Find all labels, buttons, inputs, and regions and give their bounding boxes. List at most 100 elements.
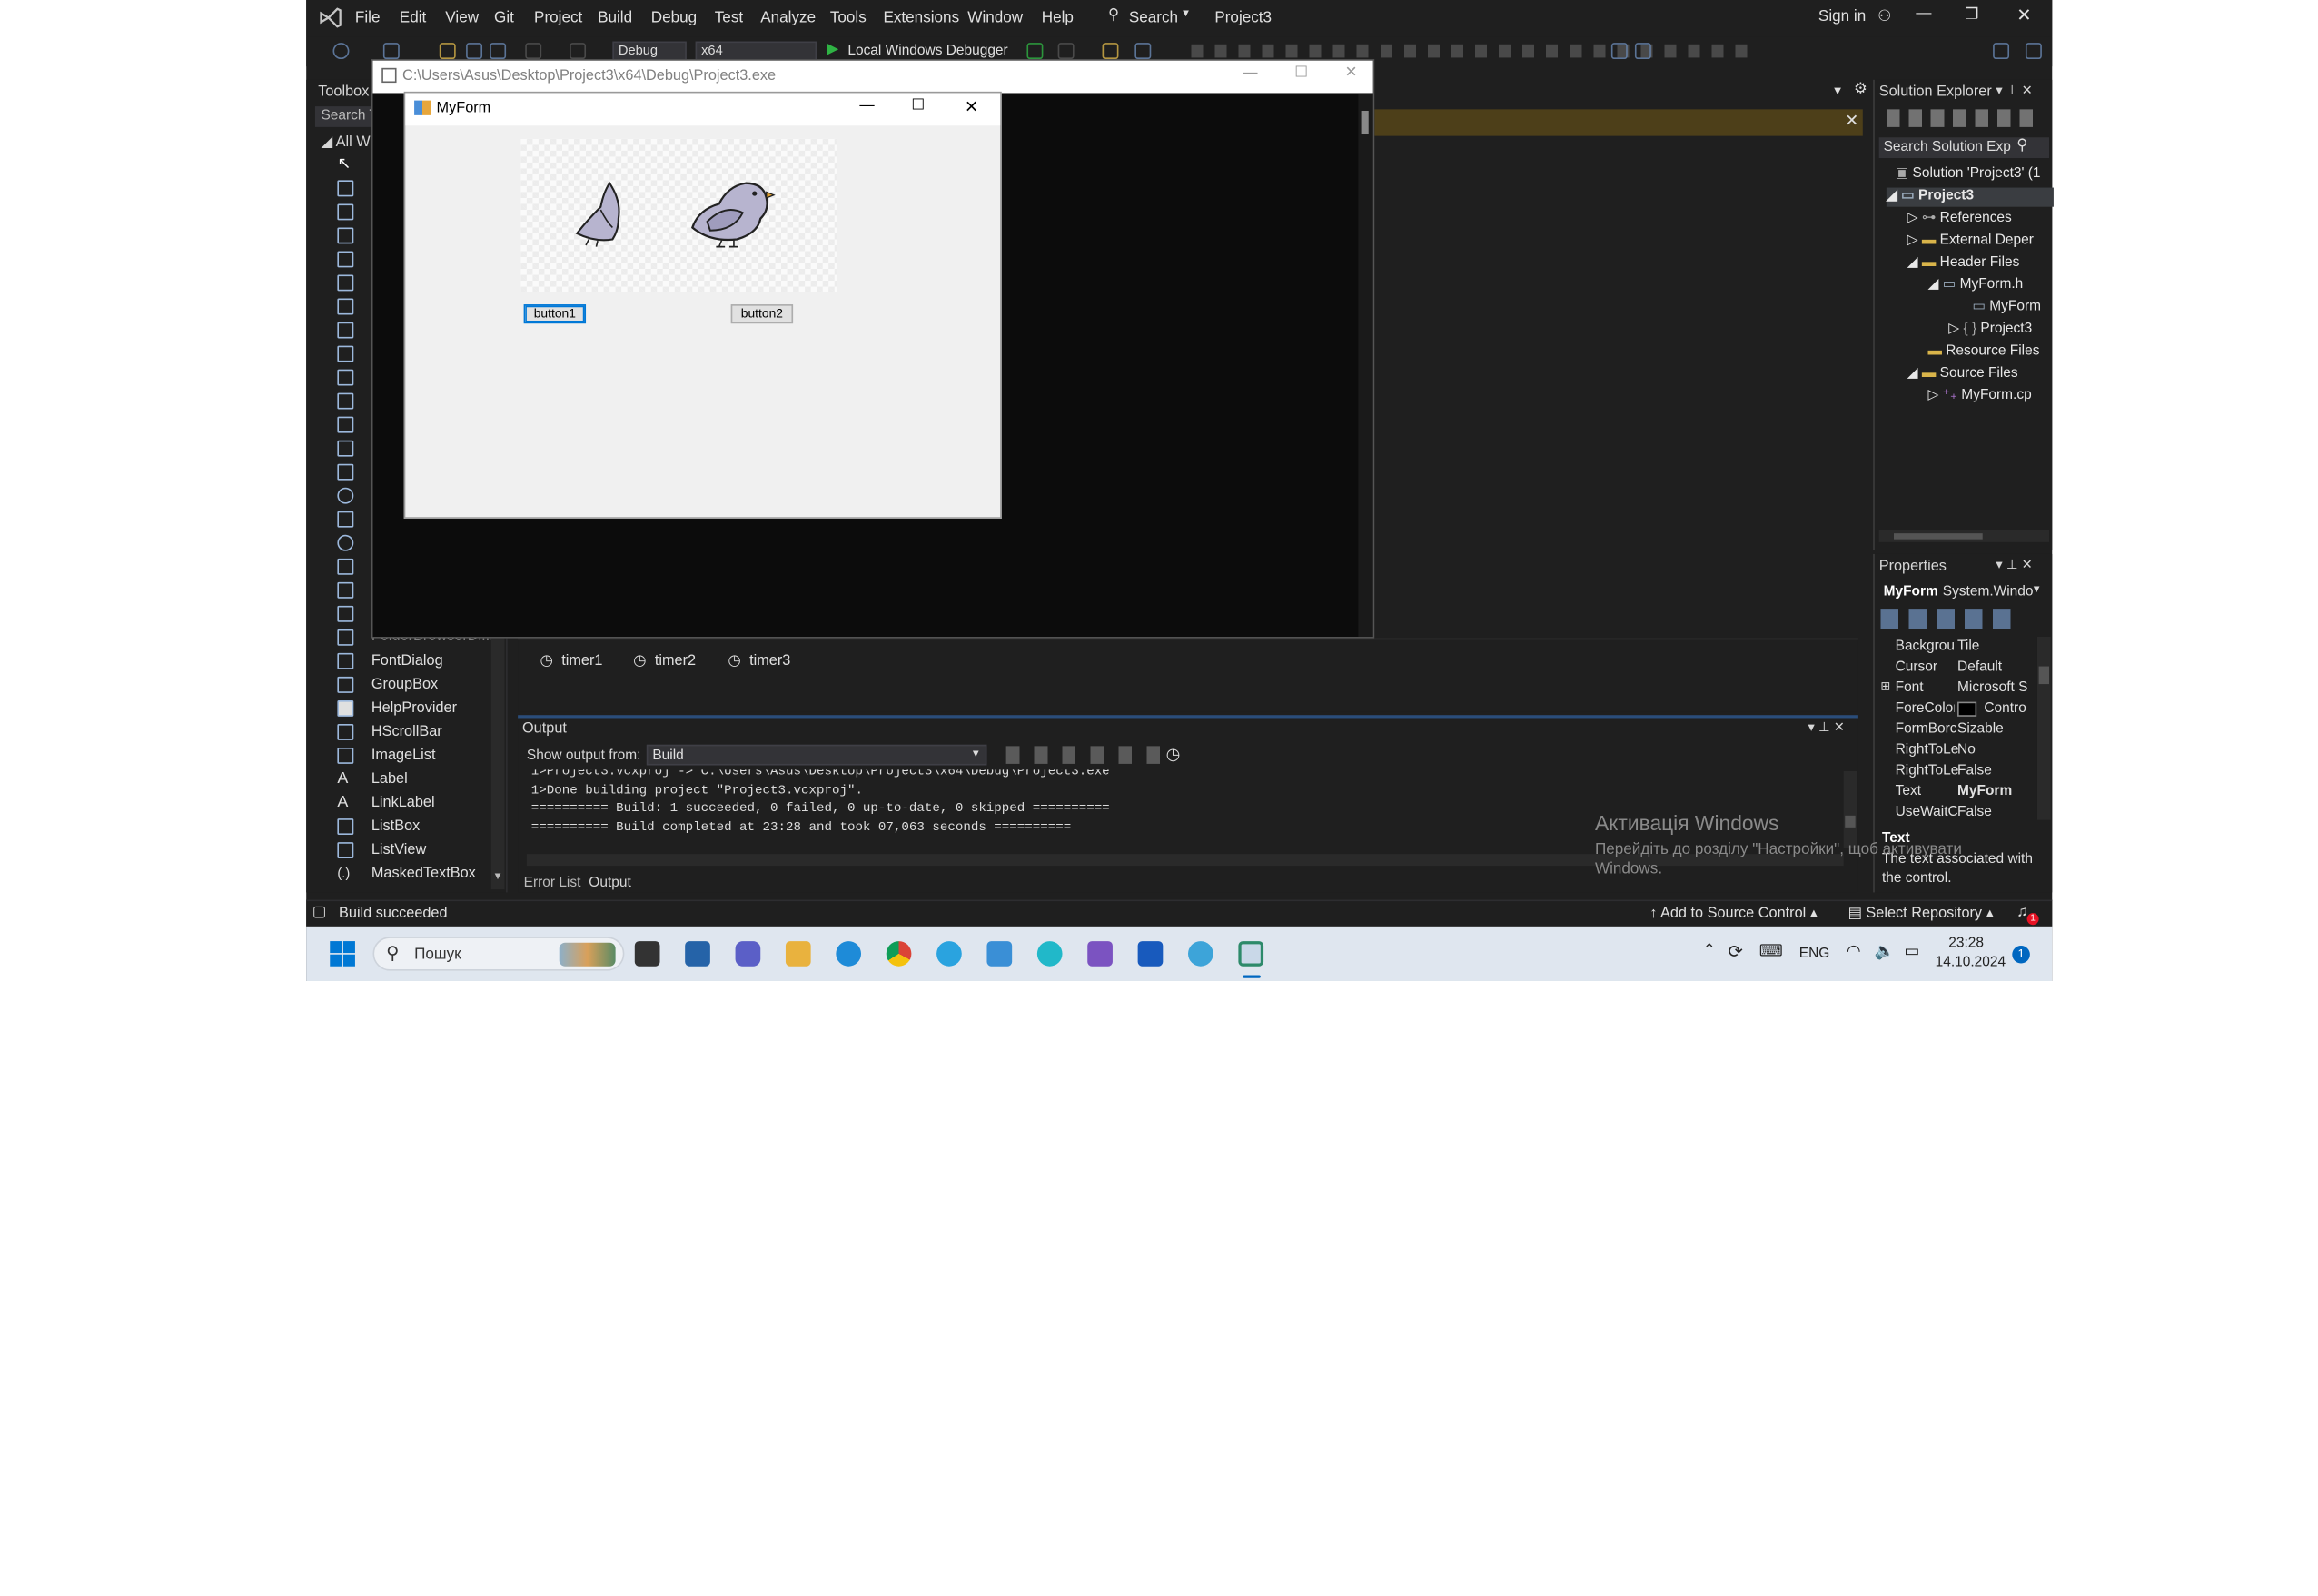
timer-component[interactable]: ◷ timer3 bbox=[728, 653, 790, 669]
list-box-icon[interactable] bbox=[337, 818, 354, 835]
property-name[interactable]: FormBorc bbox=[1896, 721, 1957, 738]
tree-node-resource-files[interactable]: ▬ Resource Files bbox=[1927, 342, 2039, 359]
battery-icon[interactable]: ▭ bbox=[1904, 941, 1919, 961]
timer-component[interactable]: ◷ timer2 bbox=[633, 653, 696, 669]
list-view-icon[interactable] bbox=[337, 842, 354, 858]
minimize-icon[interactable]: — bbox=[1243, 65, 1257, 82]
label-icon[interactable]: A bbox=[337, 770, 353, 788]
maximize-icon[interactable]: ☐ bbox=[911, 97, 925, 114]
property-name[interactable]: Backgrou bbox=[1896, 639, 1955, 655]
toolbox-tool-icon[interactable] bbox=[337, 298, 354, 315]
hot-reload-icon[interactable] bbox=[1057, 43, 1075, 60]
toolbox-tool-icon[interactable] bbox=[337, 345, 354, 362]
select-repository-button[interactable]: ▤ Select Repository ▴ bbox=[1847, 906, 1993, 922]
menu-test[interactable]: Test bbox=[715, 9, 743, 27]
menu-project[interactable]: Project bbox=[534, 9, 582, 27]
menu-file[interactable]: File bbox=[355, 9, 381, 27]
save-icon[interactable] bbox=[466, 43, 483, 60]
property-name[interactable]: Text bbox=[1896, 783, 1921, 799]
toolbox-item-maskedtextbox[interactable]: MaskedTextBox bbox=[371, 866, 476, 882]
tree-node-solution[interactable]: ▣ Solution 'Project3' (1 bbox=[1896, 165, 2041, 182]
timer-component[interactable]: ◷ timer1 bbox=[540, 653, 603, 669]
solution-explorer-toolbar[interactable] bbox=[1886, 109, 2042, 127]
tree-node-references[interactable]: ▷ ⊶ References bbox=[1907, 210, 2012, 226]
menu-analyze[interactable]: Analyze bbox=[760, 9, 816, 27]
toolbox-item-listview[interactable]: ListView bbox=[371, 842, 426, 858]
visual-studio-taskbar-icon[interactable] bbox=[1087, 941, 1113, 967]
toolbox-tool-icon[interactable] bbox=[337, 534, 354, 551]
property-name[interactable]: ForeColor bbox=[1896, 700, 1955, 717]
toolbox-tool-icon[interactable] bbox=[337, 251, 354, 268]
designer-dropdown-icon[interactable]: ▼ bbox=[1832, 84, 1844, 98]
toolbox-tool-icon[interactable] bbox=[337, 440, 354, 457]
expand-icon[interactable]: ⊞ bbox=[1880, 679, 1890, 693]
minimize-icon[interactable]: — bbox=[1916, 5, 1931, 23]
close-icon[interactable]: ✕ bbox=[1345, 65, 1358, 82]
start-without-debugging-icon[interactable] bbox=[1026, 43, 1044, 60]
open-icon[interactable] bbox=[439, 43, 456, 60]
format-icon[interactable] bbox=[1610, 43, 1628, 60]
menu-extensions[interactable]: Extensions bbox=[883, 9, 959, 27]
solution-hscrollbar[interactable] bbox=[1878, 530, 2050, 542]
toolbox-tool-icon[interactable] bbox=[337, 392, 354, 410]
tray-sync-icon[interactable]: ⟳ bbox=[1729, 941, 1743, 962]
solution-explorer-controls[interactable]: ▾ ⊥ ✕ bbox=[1996, 83, 2033, 99]
property-name[interactable]: Font bbox=[1896, 679, 1924, 696]
widgets-icon[interactable] bbox=[685, 941, 710, 967]
toolbar-misc-icon[interactable] bbox=[1102, 43, 1119, 60]
toolbox-item-hscrollbar[interactable]: HScrollBar bbox=[371, 724, 442, 740]
canva-icon[interactable] bbox=[1036, 941, 1063, 967]
back-icon[interactable] bbox=[332, 43, 350, 60]
tab-output[interactable]: Output bbox=[589, 875, 630, 891]
tree-node-myform-h[interactable]: ◢ ▭ MyForm.h bbox=[1927, 276, 2023, 292]
folder-browser-icon[interactable] bbox=[337, 629, 354, 646]
toolbox-tool-icon[interactable] bbox=[337, 322, 354, 339]
notepad-icon[interactable] bbox=[986, 941, 1013, 967]
toolbar-layout-icon[interactable] bbox=[1134, 43, 1152, 60]
sign-in-link[interactable]: Sign in bbox=[1818, 7, 1866, 25]
property-value[interactable]: Tile bbox=[1957, 639, 1979, 655]
source-control-button[interactable]: ↑ Add to Source Control ▴ bbox=[1649, 906, 1818, 922]
toolbox-tool-icon[interactable] bbox=[337, 487, 354, 504]
properties-toolbar[interactable] bbox=[1880, 609, 2014, 629]
button1[interactable]: button1 bbox=[523, 304, 587, 324]
toolbox-search-input[interactable]: Search T bbox=[314, 106, 378, 127]
property-name[interactable]: Cursor bbox=[1896, 659, 1937, 675]
toolbox-tool-icon[interactable] bbox=[337, 605, 354, 622]
info-bar-close-icon[interactable]: ✕ bbox=[1845, 111, 1858, 131]
toolbox-item-listbox[interactable]: ListBox bbox=[371, 818, 420, 835]
toolbox-tool-icon[interactable] bbox=[337, 581, 354, 599]
properties-object-selector[interactable]: MyForm System.Windo ▼ bbox=[1877, 582, 2051, 603]
toolbox-item-label[interactable]: Label bbox=[371, 771, 408, 788]
tray-keyboard-icon[interactable]: ⌨ bbox=[1759, 941, 1783, 961]
toolbox-group-all[interactable]: ◢ All Wi bbox=[321, 134, 373, 151]
property-value[interactable]: Sizable bbox=[1957, 721, 2004, 738]
tree-node-external-deps[interactable]: ▷ ▬ External Deper bbox=[1907, 232, 2034, 248]
toolbox-tool-icon[interactable] bbox=[337, 511, 354, 528]
toolbox-tool-icon[interactable] bbox=[337, 180, 354, 197]
output-source-dropdown[interactable]: Build ▼ bbox=[646, 744, 987, 766]
toolbox-tool-icon[interactable] bbox=[337, 227, 354, 244]
property-value[interactable]: MyForm bbox=[1957, 783, 2012, 799]
running-form-taskbar-icon[interactable] bbox=[1238, 941, 1264, 967]
toolbox-tool-icon[interactable] bbox=[337, 558, 354, 575]
toolbox-item-groupbox[interactable]: GroupBox bbox=[371, 677, 438, 693]
button2[interactable]: button2 bbox=[730, 304, 794, 324]
property-value[interactable]: No bbox=[1957, 742, 1976, 758]
close-icon[interactable]: ✕ bbox=[2016, 5, 2031, 25]
menu-edit[interactable]: Edit bbox=[400, 9, 426, 27]
tree-node-header-files[interactable]: ◢ ▬ Header Files bbox=[1907, 254, 2020, 271]
notifications-bell-icon[interactable]: ♫ bbox=[2016, 904, 2027, 920]
menu-tools[interactable]: Tools bbox=[830, 9, 867, 27]
word-icon[interactable] bbox=[1137, 941, 1164, 967]
tree-node-myform-cpp[interactable]: ▷ ⁺₊ MyForm.cp bbox=[1927, 387, 2031, 403]
language-indicator[interactable]: ENG bbox=[1799, 946, 1830, 962]
format-icon-2[interactable] bbox=[1634, 43, 1651, 60]
help-provider-icon[interactable] bbox=[337, 699, 354, 717]
restore-icon[interactable]: ❐ bbox=[1965, 6, 1978, 25]
pointer-icon[interactable]: ↖ bbox=[337, 156, 353, 173]
teams-chat-icon[interactable] bbox=[735, 941, 761, 967]
menu-git[interactable]: Git bbox=[494, 9, 514, 27]
minimize-icon[interactable]: — bbox=[859, 97, 874, 114]
menu-window[interactable]: Window bbox=[967, 9, 1023, 27]
